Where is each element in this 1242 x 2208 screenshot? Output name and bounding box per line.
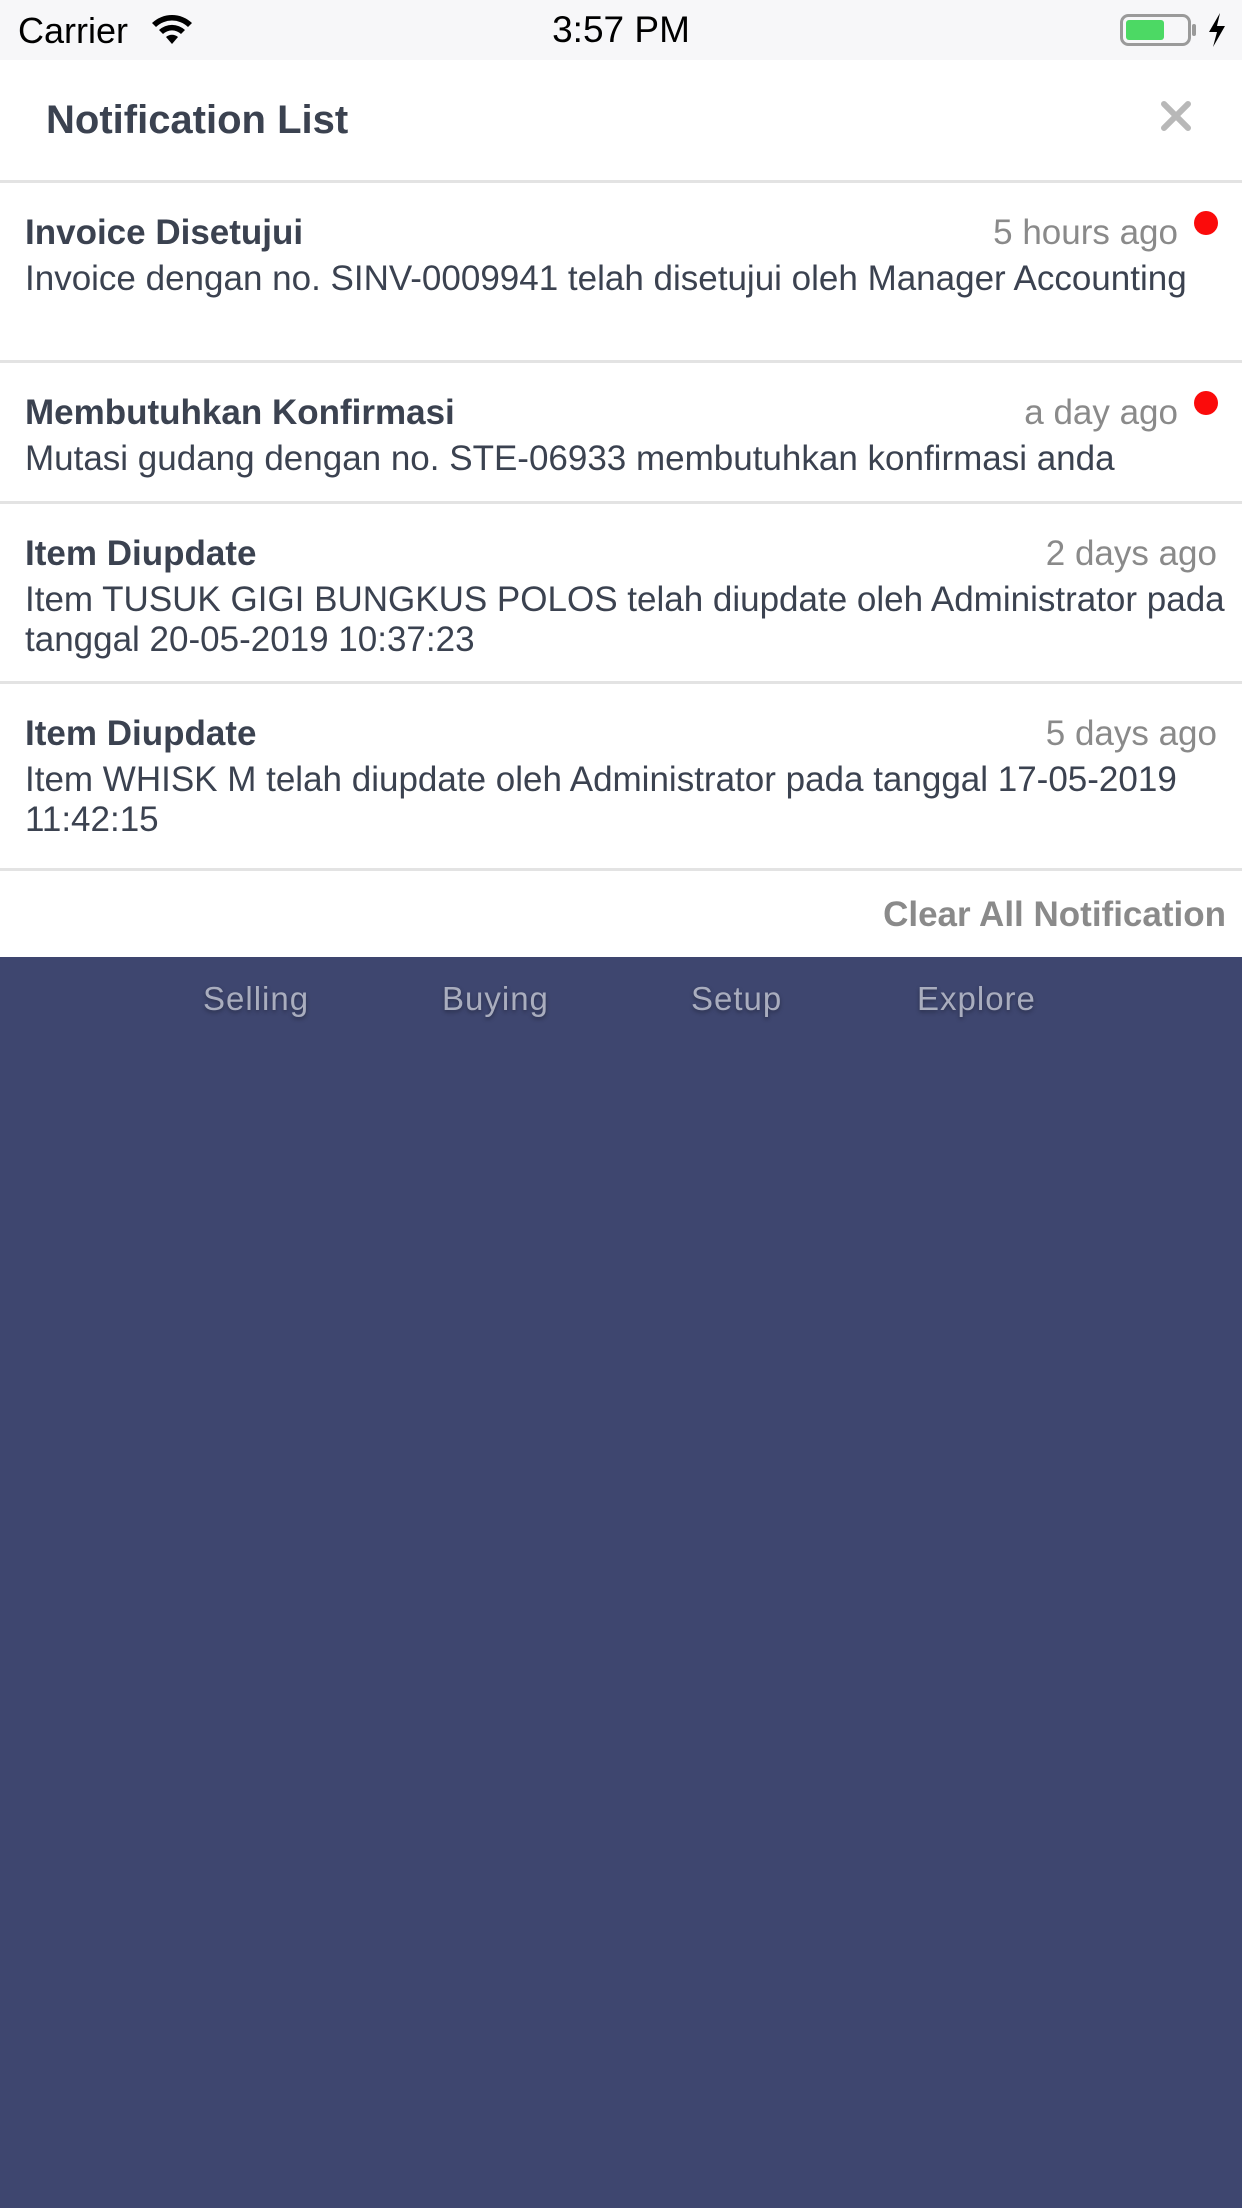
- notification-body: Mutasi gudang dengan no. STE-06933 membu…: [25, 439, 1115, 478]
- panel-title: Notification List: [46, 98, 349, 142]
- notification-time: a day ago: [1024, 393, 1178, 432]
- status-time: 3:57 PM: [552, 9, 690, 50]
- notification-body: Item TUSUK GIGI BUNGKUS POLOS telah diup…: [25, 580, 1225, 659]
- notification-title: Item Diupdate: [25, 714, 257, 753]
- status-bar: Carrier 3:57 PM: [0, 0, 1242, 60]
- notification-time: 5 hours ago: [993, 213, 1178, 252]
- tab-buying[interactable]: Buying: [442, 980, 549, 1018]
- notification-item[interactable]: Membutuhkan Konfirmasi a day ago Mutasi …: [0, 363, 1242, 504]
- notification-item[interactable]: Item Diupdate 5 days ago Item WHISK M te…: [0, 684, 1242, 868]
- notification-item[interactable]: Item Diupdate 2 days ago Item TUSUK GIGI…: [0, 504, 1242, 684]
- unread-dot-icon: [1194, 391, 1218, 415]
- notification-title: Item Diupdate: [25, 534, 257, 573]
- notification-body: Invoice dengan no. SINV-0009941 telah di…: [25, 259, 1187, 298]
- unread-dot-icon: [1194, 211, 1218, 235]
- notification-title: Membutuhkan Konfirmasi: [25, 393, 455, 432]
- background-tab-bar: Selling Buying Setup Explore: [0, 956, 1242, 1046]
- tab-explore[interactable]: Explore: [917, 980, 1036, 1018]
- notification-panel: Notification List Invoice Disetujui 5 ho…: [0, 60, 1242, 957]
- panel-header: Notification List: [0, 60, 1242, 183]
- clear-all-button[interactable]: Clear All Notification: [883, 895, 1226, 935]
- tab-setup[interactable]: Setup: [691, 980, 782, 1018]
- notification-body: Item WHISK M telah diupdate oleh Adminis…: [25, 760, 1177, 839]
- battery-icon: [1120, 14, 1196, 46]
- charging-bolt-icon: [1209, 13, 1225, 47]
- notification-time: 2 days ago: [1045, 534, 1217, 573]
- tab-selling[interactable]: Selling: [203, 980, 309, 1018]
- notification-time: 5 days ago: [1045, 714, 1217, 753]
- notification-title: Invoice Disetujui: [25, 213, 304, 252]
- close-icon[interactable]: [1156, 96, 1196, 136]
- clear-row: Clear All Notification: [0, 868, 1242, 957]
- notification-item[interactable]: Invoice Disetujui 5 hours ago Invoice de…: [0, 183, 1242, 363]
